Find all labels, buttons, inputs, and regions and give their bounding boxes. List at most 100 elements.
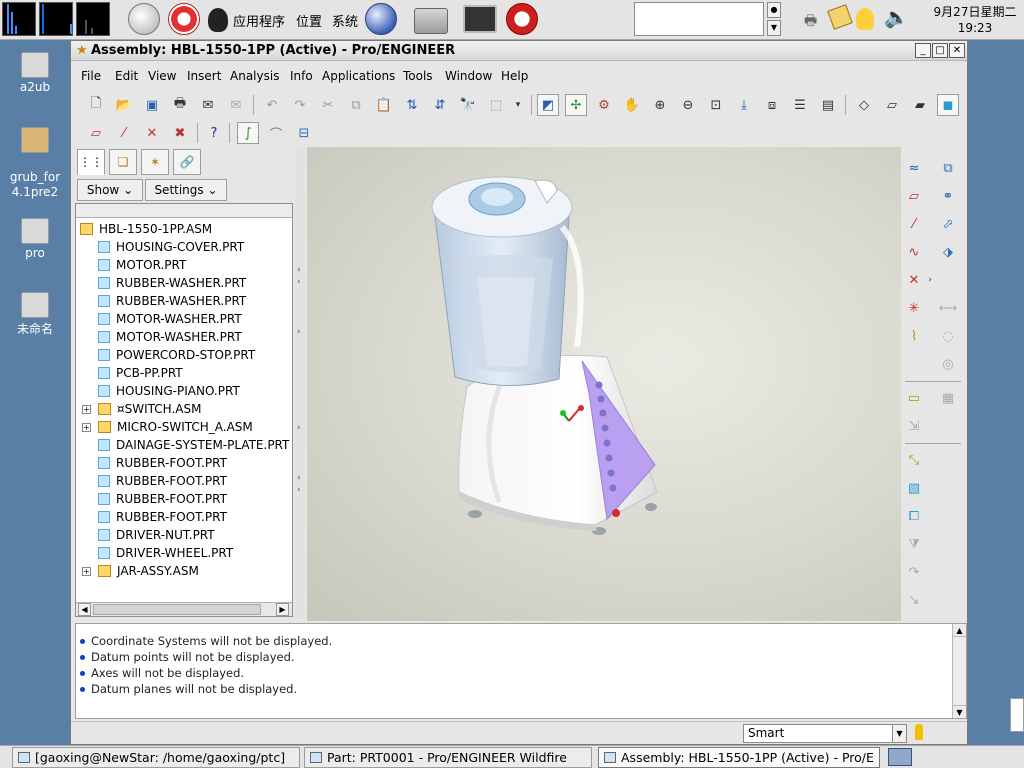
datum-curve-sketch-icon[interactable]: ≈ [903,157,925,179]
email-link-icon[interactable]: ✉ [225,94,247,116]
help-lifebuoy-icon[interactable] [168,3,200,35]
wireframe-icon[interactable]: ◇ [853,94,875,116]
status-light-icon[interactable] [915,724,923,740]
undo-icon[interactable]: ↶ [261,94,283,116]
tree-row[interactable]: + ¤SWITCH.ASM [82,400,201,418]
zoom-in-icon[interactable]: ⊕ [649,94,671,116]
minimize-button[interactable]: _ [915,43,931,58]
printer-icon[interactable]: 🖶 [804,10,817,34]
mail-icon[interactable] [128,3,160,35]
web-browser-icon[interactable] [365,3,397,35]
datum-plane-display-icon[interactable]: ▱ [85,122,107,144]
menu-help[interactable]: Help [501,69,528,83]
assemble-component-icon[interactable]: ⧉ [937,157,959,179]
mirror-component-icon[interactable]: ⬗ [937,241,959,263]
panel-sash[interactable]: ‹ ‹ › › ‹ ‹ [295,147,305,619]
expand-plus-icon[interactable]: + [82,404,91,414]
tree-row[interactable]: RUBBER-WASHER.PRT [98,292,246,310]
csys-display-icon[interactable]: ✖ [169,122,191,144]
tree-row[interactable]: HOUSING-PIANO.PRT [98,382,240,400]
user-icon[interactable] [856,8,874,30]
clock[interactable]: 9月27日星期二 19:23 [928,4,1022,36]
tree-row[interactable]: DAINAGE-SYSTEM-PLATE.PRT [98,436,289,454]
csys-tool-icon[interactable]: ✳ [903,297,925,319]
model-tree[interactable]: HBL-1550-1PP.ASM HOUSING-COVER.PRT MOTOR.P… [75,203,293,617]
tree-row[interactable]: POWERCORD-STOP.PRT [98,346,255,364]
volume-icon[interactable]: 🔈 [884,5,909,29]
flow-disabled-icon[interactable]: ⇲ [903,415,925,437]
refit-icon[interactable]: ⊡ [705,94,727,116]
desktop-icon-grub[interactable]: grub_for 4.1pre2 [0,112,70,200]
tree-row[interactable]: RUBBER-FOOT.PRT [98,454,227,472]
memory-monitor[interactable] [39,2,73,36]
regen-manager-icon[interactable]: ⇵ [429,94,451,116]
expand-plus-icon[interactable]: + [82,566,91,576]
message-scrollbar[interactable]: ▲ ▼ [952,624,966,718]
taskbar-item[interactable]: Part: PRT0001 - Pro/ENGINEER Wildfire [304,747,592,768]
tree-row[interactable]: PCB-PP.PRT [98,364,183,382]
cable-icon[interactable]: ⌒ [265,122,287,144]
round-disabled-icon[interactable]: ◌ [937,325,959,347]
desktop-icon-untitled[interactable]: 未命名 [0,292,70,337]
tree-row[interactable]: MOTOR-WASHER.PRT [98,328,242,346]
note-tool-icon[interactable]: ▭ [903,387,925,409]
sweep-disabled-icon[interactable]: ⧩ [903,533,925,555]
tree-row[interactable]: MOTOR-WASHER.PRT [98,310,242,328]
maximize-button[interactable]: □ [932,43,948,58]
select-dropdown-icon[interactable]: ▾ [507,94,529,116]
window-titlebar[interactable]: ★ Assembly: HBL-1550-1PP (Active) - Pro/… [71,41,967,61]
expand-right-icon[interactable]: › [297,423,301,433]
show-dropdown[interactable]: Show ⌄ [77,179,143,201]
menu-places[interactable]: 位置 [296,11,322,30]
menu-applications[interactable]: 应用程序 [233,11,285,30]
settings-dropdown[interactable]: Settings ⌄ [145,179,227,201]
taskbar-item[interactable]: Assembly: HBL-1550-1PP (Active) - Pro/E [598,747,880,768]
zoom-out-icon[interactable]: ⊖ [677,94,699,116]
menu-insert[interactable]: Insert [187,69,221,83]
menu-applications[interactable]: Applications [322,69,395,83]
tree-row[interactable]: HBL-1550-1PP.ASM [80,220,212,238]
tree-row[interactable]: DRIVER-WHEEL.PRT [98,544,233,562]
spin-center-icon[interactable]: ✢ [565,94,587,116]
scroll-thumb[interactable] [93,604,261,615]
find-icon[interactable]: 🔭 [457,94,479,116]
scroll-left-icon[interactable]: ◀ [78,603,91,616]
menu-analysis[interactable]: Analysis [230,69,279,83]
menu-file[interactable]: File [81,69,101,83]
scroll-up-icon[interactable]: ▲ [953,624,966,637]
chevron-right-icon[interactable]: › [919,269,941,291]
revolve-tool-icon[interactable]: ⧠ [903,505,925,527]
view-manager-icon[interactable]: ▤ [817,94,839,116]
collapse-left-icon[interactable]: ‹ [297,265,301,275]
desktop-icon-pro[interactable]: pro [0,218,70,260]
layers-icon[interactable]: ☰ [789,94,811,116]
file-manager-icon[interactable] [414,8,448,34]
hole-tool-icon[interactable]: ⤡ [903,449,925,471]
tree-column-header[interactable] [76,204,292,218]
tab-folder-browser[interactable]: ❏ [109,149,137,175]
tree-row[interactable]: MOTOR.PRT [98,256,186,274]
redo-icon[interactable]: ↷ [289,94,311,116]
new-file-icon[interactable]: 🗋 [85,94,107,116]
menu-info[interactable]: Info [290,69,313,83]
collapse-left-icon[interactable]: ‹ [297,277,301,287]
cut-icon[interactable]: ✂ [317,94,339,116]
spin-down-icon[interactable]: ▼ [767,20,781,36]
pattern-component-icon[interactable]: ⬀ [937,213,959,235]
gnome-foot-icon[interactable] [208,8,228,32]
collapse-left-icon[interactable]: ‹ [297,485,301,495]
menu-system[interactable]: 系统 [332,11,358,30]
menu-edit[interactable]: Edit [115,69,138,83]
email-icon[interactable]: ✉ [197,94,219,116]
tree-row[interactable]: + MICRO-SWITCH_A.ASM [82,418,253,436]
regenerate-icon[interactable]: ⇅ [401,94,423,116]
spin-up-icon[interactable]: ● [767,2,781,18]
tab-favorites[interactable]: ✶ [141,149,169,175]
opera-icon[interactable] [506,3,538,35]
copy-icon[interactable]: ⧉ [345,94,367,116]
no-hidden-icon[interactable]: ▰ [909,94,931,116]
close-button[interactable]: ✕ [949,43,965,58]
mirror-disabled-icon[interactable]: ⟷ [937,297,959,319]
sketch-curve-icon[interactable]: ∫ [237,122,259,144]
create-component-icon[interactable]: ⚭ [937,185,959,207]
